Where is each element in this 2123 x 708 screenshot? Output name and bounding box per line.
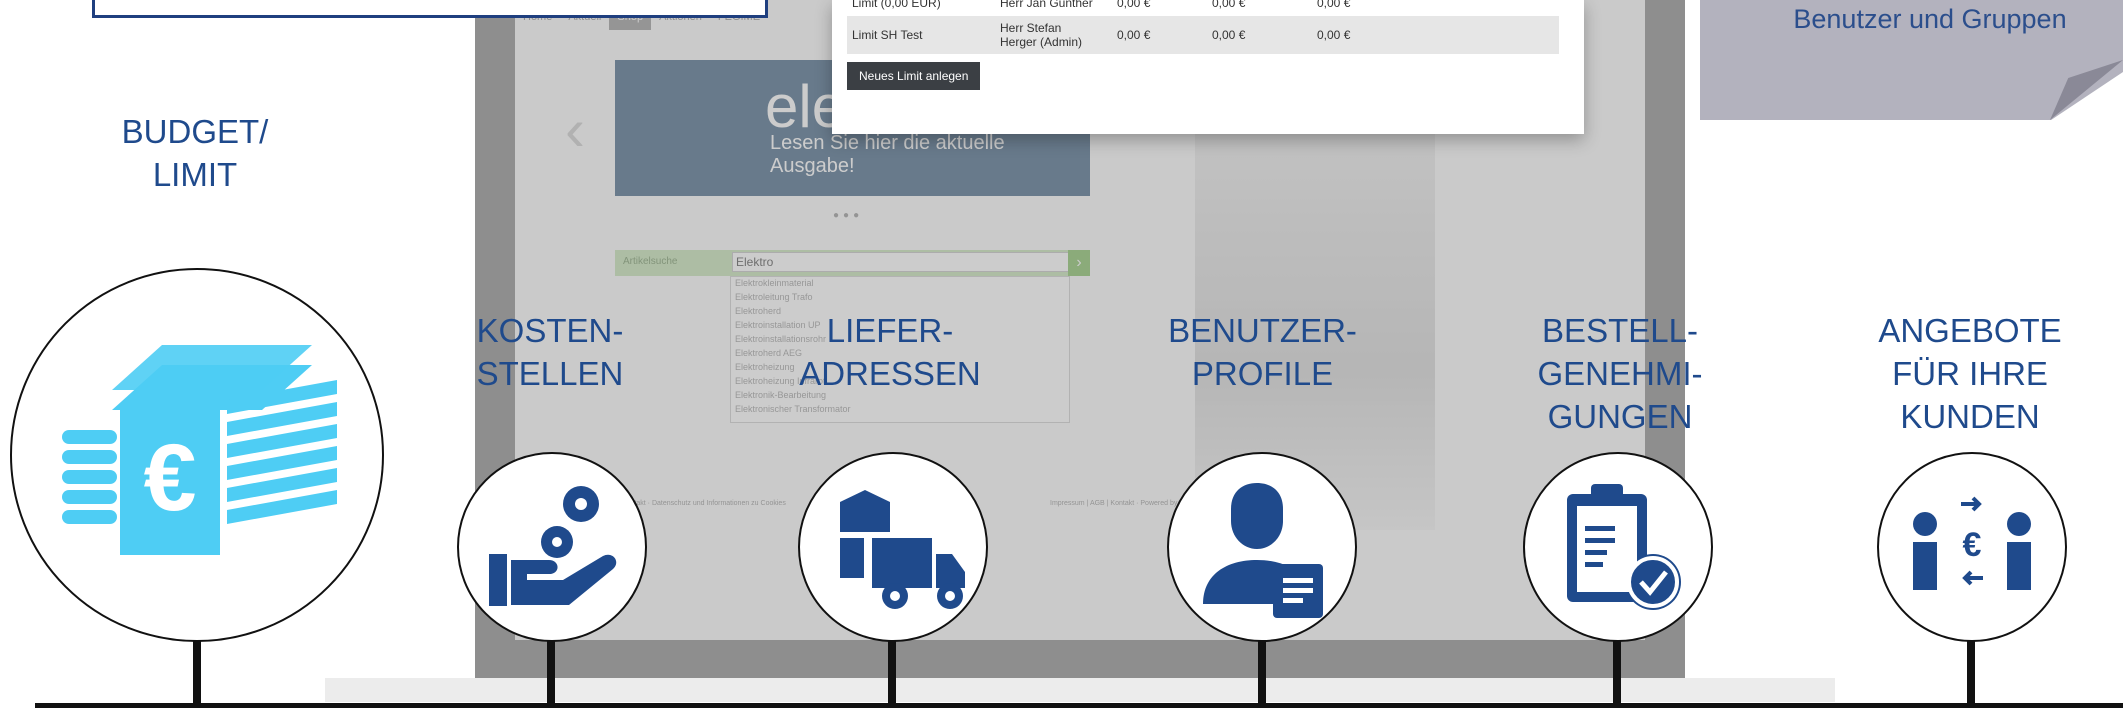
note-text: Benutzer und Gruppen	[1793, 4, 2067, 34]
limit-value: 0,00 €	[1212, 28, 1246, 42]
article-search: Artikelsuche Elektro ›	[615, 250, 1090, 276]
label-kostenstellen: KOSTEN- STELLEN	[476, 312, 624, 392]
svg-text:€: €	[144, 425, 197, 531]
limit-value: 0,00 €	[1212, 0, 1246, 10]
limit-value: 0,00 €	[1117, 0, 1151, 10]
feature-bestellgenehmigungen[interactable]	[1523, 452, 1713, 642]
label-benutzerprofile: BENUTZER- PROFILE	[1168, 312, 1357, 392]
connector-line	[193, 635, 201, 705]
connector-line	[888, 638, 896, 705]
limit-value: 0,00 €	[1317, 28, 1351, 42]
label-budget: BUDGET/ LIMIT	[121, 113, 269, 193]
connector-line	[547, 638, 555, 705]
limit-value: 0,00 €	[1117, 28, 1151, 42]
callout-frame	[92, 0, 768, 18]
svg-text:€: €	[1963, 526, 1982, 564]
feature-kostenstellen[interactable]	[457, 452, 647, 642]
user-profile-icon	[1203, 483, 1323, 618]
limit-name: Limit (0,00 EUR)	[852, 0, 941, 10]
limit-dialog: Limit (0,00 EUR) Herr Jan Günther 0,00 €…	[832, 0, 1584, 134]
carousel-prev-icon[interactable]: ‹	[565, 95, 585, 164]
label-bestellgenehmigungen: BESTELL- GENEHMI- GUNGEN	[1537, 312, 1703, 435]
feature-benutzerprofile[interactable]	[1167, 452, 1357, 642]
timeline-baseline	[35, 703, 2123, 708]
footer-right: Impressum | AGB | Kontakt · Powered by	[1050, 500, 1178, 507]
new-limit-button[interactable]: Neues Limit anlegen	[847, 62, 981, 90]
feature-lieferadressen[interactable]	[798, 452, 988, 642]
search-input[interactable]: Elektro	[732, 252, 1070, 272]
limit-user: Herr Stefan Herger (Admin)	[1000, 21, 1083, 49]
hand-coins-icon	[489, 486, 617, 606]
list-item[interactable]: Elektrokleinmaterial	[731, 277, 1069, 291]
label-lieferadressen: LIEFER- ADRESSEN	[799, 312, 981, 392]
limit-name: Limit SH Test	[852, 28, 923, 42]
people-exchange-euro-icon: €	[1913, 496, 2031, 590]
money-stack-euro-icon: €	[62, 345, 337, 555]
clipboard-check-icon	[1567, 484, 1681, 610]
connector-line	[1613, 638, 1621, 705]
feature-budget[interactable]: €	[10, 268, 384, 642]
list-item[interactable]: Elektronischer Transformator	[731, 403, 1069, 417]
limit-value: 0,00 €	[1317, 0, 1351, 10]
search-go-icon[interactable]: ›	[1068, 250, 1090, 276]
search-label: Artikelsuche	[623, 256, 678, 267]
limit-user: Herr Jan Günther	[1000, 0, 1093, 10]
connector-line	[1967, 638, 1975, 705]
carousel-dots[interactable]: ●●●	[833, 210, 863, 221]
banner-subtitle: Lesen Sie hier die aktuelle Ausgabe!	[770, 132, 1005, 177]
delivery-truck-icon	[840, 490, 965, 609]
label-angebote: ANGEBOTE FÜR IHRE KUNDEN	[1878, 312, 2062, 435]
list-item[interactable]: Elektroleitung Trafo	[731, 291, 1069, 305]
table-row[interactable]: Limit SH Test Herr Stefan Herger (Admin)…	[847, 16, 1559, 54]
connector-line	[1258, 638, 1266, 705]
feature-angebote[interactable]: €	[1877, 452, 2067, 642]
